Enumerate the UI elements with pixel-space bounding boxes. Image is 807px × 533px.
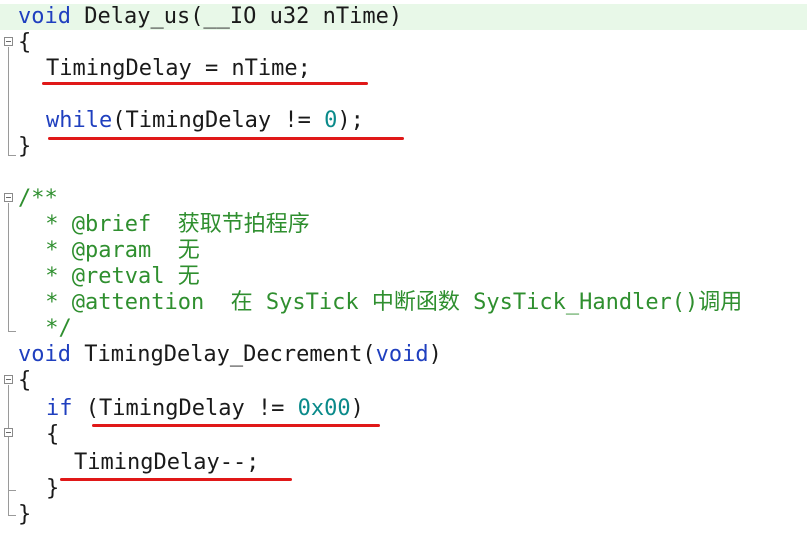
number-literal: 0x00 [297, 396, 351, 421]
decrement-statement: TimingDelay--; [74, 450, 260, 475]
code-line[interactable]: { [0, 30, 807, 56]
condition-text: (TimingDelay != [72, 396, 298, 421]
code-line[interactable]: * @attention 在 SysTick 中断函数 SysTick_Hand… [0, 290, 807, 316]
code-line[interactable]: TimingDelay = nTime; [0, 56, 807, 82]
function-declaration: Delay_us(__IO u32 nTime) [70, 4, 403, 29]
close-brace: } [18, 502, 32, 527]
code-line[interactable]: * @param 无 [0, 238, 807, 264]
close-brace: } [18, 134, 32, 159]
condition-text: (TimingDelay != [112, 108, 325, 133]
code-line[interactable]: * @retval 无 [0, 264, 807, 290]
doc-comment-param: * @param 无 [32, 238, 200, 263]
code-line[interactable]: } [0, 502, 807, 528]
doc-comment-close: */ [32, 316, 72, 341]
code-line[interactable]: while(TimingDelay != 0); [0, 108, 807, 134]
annotation-underline [48, 137, 404, 140]
paren-close: ) [350, 396, 364, 421]
statement-end: ); [337, 108, 364, 133]
annotation-underline [42, 82, 368, 85]
code-line[interactable]: void Delay_us(__IO u32 nTime) [0, 4, 807, 30]
code-line[interactable]: * @brief 获取节拍程序 [0, 212, 807, 238]
open-brace: { [18, 368, 32, 393]
close-brace: } [46, 476, 60, 501]
assignment-statement: TimingDelay = nTime; [46, 56, 311, 81]
keyword: if [46, 396, 73, 421]
open-brace: { [18, 30, 32, 55]
code-line[interactable]: */ [0, 316, 807, 342]
function-signature: void Delay_us(__IO u32 nTime) [18, 4, 402, 30]
function-signature: void TimingDelay_Decrement(void) [18, 342, 442, 368]
doc-comment-brief: * @brief 获取节拍程序 [32, 212, 310, 237]
keyword: void [18, 4, 71, 29]
while-statement: while(TimingDelay != 0); [46, 108, 364, 134]
paren-close: ) [428, 342, 442, 367]
doc-comment-open: /** [18, 186, 58, 211]
code-line[interactable]: /** [0, 186, 807, 212]
code-editor[interactable]: void Delay_us(__IO u32 nTime) { TimingDe… [0, 0, 807, 533]
code-line[interactable]: { [0, 368, 807, 394]
doc-comment-attention: * @attention 在 SysTick 中断函数 SysTick_Hand… [32, 290, 743, 315]
function-declaration: TimingDelay_Decrement( [70, 342, 376, 367]
keyword: while [46, 108, 113, 133]
code-line[interactable]: void TimingDelay_Decrement(void) [0, 342, 807, 368]
doc-comment-retval: * @retval 无 [32, 264, 200, 289]
keyword: void [375, 342, 429, 367]
if-statement: if (TimingDelay != 0x00) [46, 396, 364, 422]
code-line[interactable]: if (TimingDelay != 0x00) [0, 396, 807, 422]
annotation-underline [60, 478, 292, 481]
keyword: void [18, 342, 71, 367]
annotation-underline [92, 424, 380, 427]
code-line[interactable]: TimingDelay--; [0, 450, 807, 476]
number-literal: 0 [324, 108, 338, 133]
open-brace: { [46, 422, 60, 447]
